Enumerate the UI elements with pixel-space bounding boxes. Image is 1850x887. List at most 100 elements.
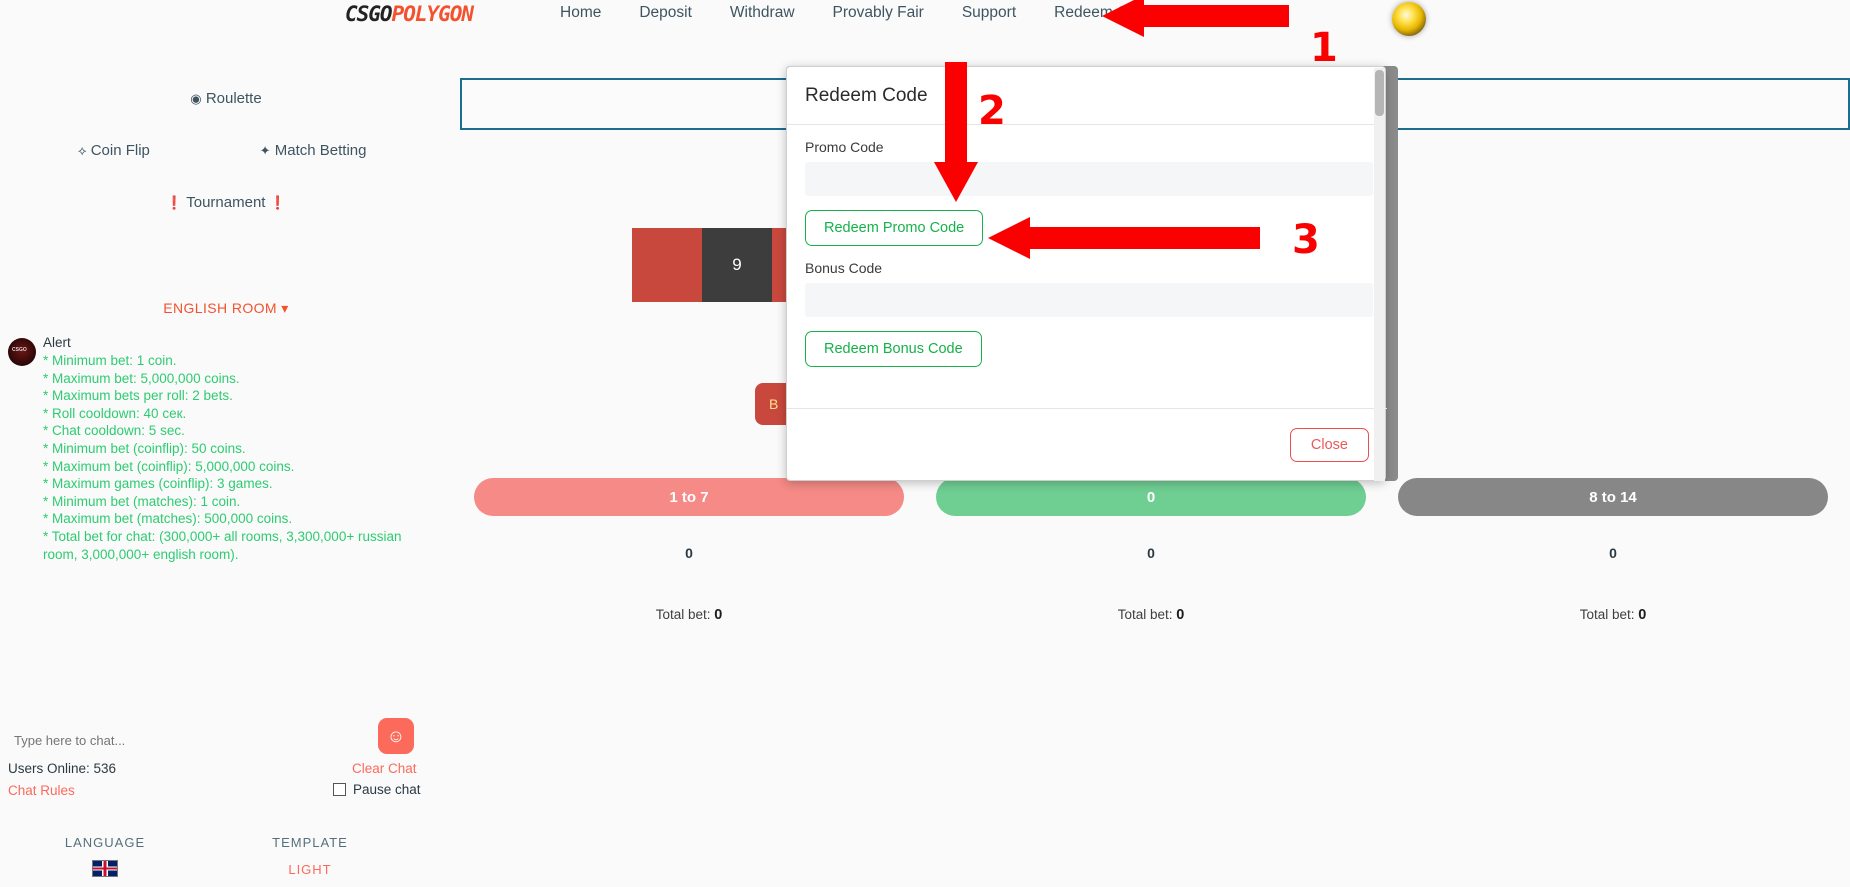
chat-line: * Maximum bet (coinflip): 5,000,000 coin…: [43, 458, 295, 474]
callout-number-2: 2: [978, 88, 1006, 134]
sidebar-item-label-tournament: Tournament: [186, 194, 266, 211]
bonus-code-input[interactable]: [805, 283, 1373, 317]
coin-balance-icon[interactable]: [1392, 2, 1426, 36]
callout-arrow-1: [1102, 0, 1289, 37]
chat-rules-link[interactable]: Chat Rules: [8, 783, 75, 798]
clear-chat-button[interactable]: Clear Chat: [352, 761, 417, 776]
pause-chat-toggle[interactable]: Pause chat: [333, 782, 421, 797]
modal-footer: Close: [787, 408, 1387, 480]
chat-message-lines: * Minimum bet: 1 coin. * Maximum bet: 5,…: [43, 352, 428, 563]
bet-count: 0: [685, 545, 693, 561]
redeem-promo-code-button[interactable]: Redeem Promo Code: [805, 210, 984, 246]
nav-link-home[interactable]: Home: [560, 4, 601, 22]
logo-text-polygon: POLYGON: [391, 2, 475, 26]
sidebar-row-coinflip-match: ⟡ Coin Flip ✦ Match Betting: [0, 142, 452, 159]
bet-total: Total bet: 0: [1398, 607, 1828, 623]
chat-line: room, 3,000,000+ english room).: [43, 546, 239, 562]
sidebar-item-tournament[interactable]: ❗ Tournament ❗: [0, 194, 452, 211]
bet-total-value: 0: [714, 607, 723, 623]
room-selector[interactable]: ENGLISH ROOM ▾: [0, 300, 452, 317]
chat-line: * Minimum bet (matches): 1 coin.: [43, 493, 241, 509]
nav-links: Home Deposit Withdraw Provably Fair Supp…: [560, 4, 1154, 22]
users-online-count: Users Online: 536: [8, 761, 117, 776]
chat-line: * Maximum bets per roll: 2 bets.: [43, 388, 233, 404]
modal-header: Redeem Code: [787, 67, 1385, 125]
pause-chat-label: Pause chat: [353, 782, 421, 797]
nav-link-withdraw[interactable]: Withdraw: [730, 4, 795, 22]
modal-scrollbar[interactable]: [1374, 68, 1385, 481]
chat-line: * Minimum bet: 1 coin.: [43, 353, 177, 368]
bet-area-1-to-7[interactable]: 1 to 7: [474, 478, 904, 516]
chat-message-alert: Alert * Minimum bet: 1 coin. * Maximum b…: [8, 334, 428, 563]
exclamation-icon-right: ❗: [269, 195, 286, 210]
room-selector-label: ENGLISH ROOM: [163, 300, 277, 316]
promo-code-input[interactable]: [805, 162, 1373, 196]
chat-message-author: Alert: [43, 335, 71, 350]
logo-text-csgo: CSGO: [345, 2, 393, 26]
chevron-down-icon: ▾: [281, 300, 289, 316]
sidebar-item-label-roulette: Roulette: [205, 90, 262, 107]
bet-totals: Total bet: 0 Total bet: 0 Total bet: 0: [474, 607, 1849, 623]
bet-area-8-to-14[interactable]: 8 to 14: [1398, 478, 1828, 516]
bet-total-label: Total bet:: [655, 607, 715, 622]
chat-input[interactable]: [8, 728, 368, 754]
top-navigation-bar: CSGOPOLYGON Home Deposit Withdraw Provab…: [0, 0, 1850, 38]
page-root: CSGOPOLYGON Home Deposit Withdraw Provab…: [0, 0, 1850, 887]
language-selector[interactable]: LANGUAGE: [30, 835, 180, 882]
bet-areas: 1 to 7 0 8 to 14: [474, 478, 1849, 516]
nav-link-deposit[interactable]: Deposit: [639, 4, 692, 22]
promo-code-label: Promo Code: [805, 139, 884, 155]
chat-line: * Roll cooldown: 40 сек.: [43, 405, 187, 421]
template-label: TEMPLATE: [272, 835, 348, 850]
sidebar-item-label-coinflip: Coin Flip: [90, 142, 150, 159]
sidebar-item-label-match-betting: Match Betting: [274, 142, 367, 159]
chat-line: * Maximum bet (matches): 500,000 coins.: [43, 511, 293, 527]
roulette-tile: [632, 228, 702, 302]
sidebar-item-roulette[interactable]: ◉ Roulette: [0, 90, 452, 107]
redeem-code-modal: Redeem Code Promo Code Redeem Promo Code…: [786, 66, 1387, 481]
site-logo[interactable]: CSGOPOLYGON: [345, 2, 475, 26]
modal-scrollbar-thumb[interactable]: [1375, 70, 1384, 116]
exclamation-icon-left: ❗: [166, 195, 183, 210]
bonus-code-label: Bonus Code: [805, 260, 883, 276]
match-icon: ✦: [259, 143, 271, 158]
roulette-tile: 9: [702, 228, 772, 302]
bet-total-value: 0: [1638, 607, 1647, 623]
left-sidebar: ◉ Roulette ⟡ Coin Flip ✦ Match Betting ❗…: [0, 38, 452, 887]
callout-arrow-2: [934, 62, 978, 202]
close-modal-button[interactable]: Close: [1289, 427, 1369, 462]
callout-arrow-3: [988, 217, 1260, 259]
emoji-picker-button[interactable]: ☺: [378, 718, 414, 754]
pause-chat-checkbox[interactable]: [333, 783, 346, 796]
nav-link-provably-fair[interactable]: Provably Fair: [833, 4, 924, 22]
chat-line: * Total bet for chat: (300,000+ all room…: [43, 528, 402, 544]
chat-line: * Maximum games (coinflip): 3 games.: [43, 476, 273, 492]
chat-message-body: Alert * Minimum bet: 1 coin. * Maximum b…: [43, 334, 428, 563]
template-value[interactable]: LIGHT: [235, 862, 385, 877]
chat-line: * Chat cooldown: 5 sec.: [43, 423, 185, 439]
bet-total-label: Total bet:: [1579, 607, 1639, 622]
bet-count: 0: [1609, 545, 1617, 561]
nav-link-support[interactable]: Support: [962, 4, 1016, 22]
redeem-bonus-code-button[interactable]: Redeem Bonus Code: [805, 331, 982, 367]
bet-total: Total bet: 0: [936, 607, 1366, 623]
sidebar-item-coinflip[interactable]: ⟡ Coin Flip: [78, 142, 150, 159]
bet-total-value: 0: [1176, 607, 1185, 623]
sidebar-footer: LANGUAGE TEMPLATE LIGHT: [0, 831, 452, 887]
target-icon: ◉: [190, 91, 202, 106]
bet-total-label: Total bet:: [1117, 607, 1177, 622]
coinflip-icon: ⟡: [77, 143, 87, 158]
language-label: LANGUAGE: [64, 835, 146, 850]
uk-flag-icon[interactable]: [92, 860, 118, 877]
avatar: [8, 338, 36, 366]
sidebar-item-match-betting[interactable]: ✦ Match Betting: [260, 142, 367, 159]
bet-total: Total bet: 0: [474, 607, 904, 623]
callout-number-1: 1: [1310, 25, 1338, 71]
chat-line: * Minimum bet (coinflip): 50 coins.: [43, 440, 246, 456]
modal-title: Redeem Code: [805, 84, 928, 106]
bet-count: 0: [1147, 545, 1155, 561]
chat-line: * Maximum bet: 5,000,000 coins.: [43, 370, 240, 386]
template-selector[interactable]: TEMPLATE LIGHT: [235, 835, 385, 877]
callout-number-3: 3: [1292, 217, 1320, 263]
bet-area-0[interactable]: 0: [936, 478, 1366, 516]
